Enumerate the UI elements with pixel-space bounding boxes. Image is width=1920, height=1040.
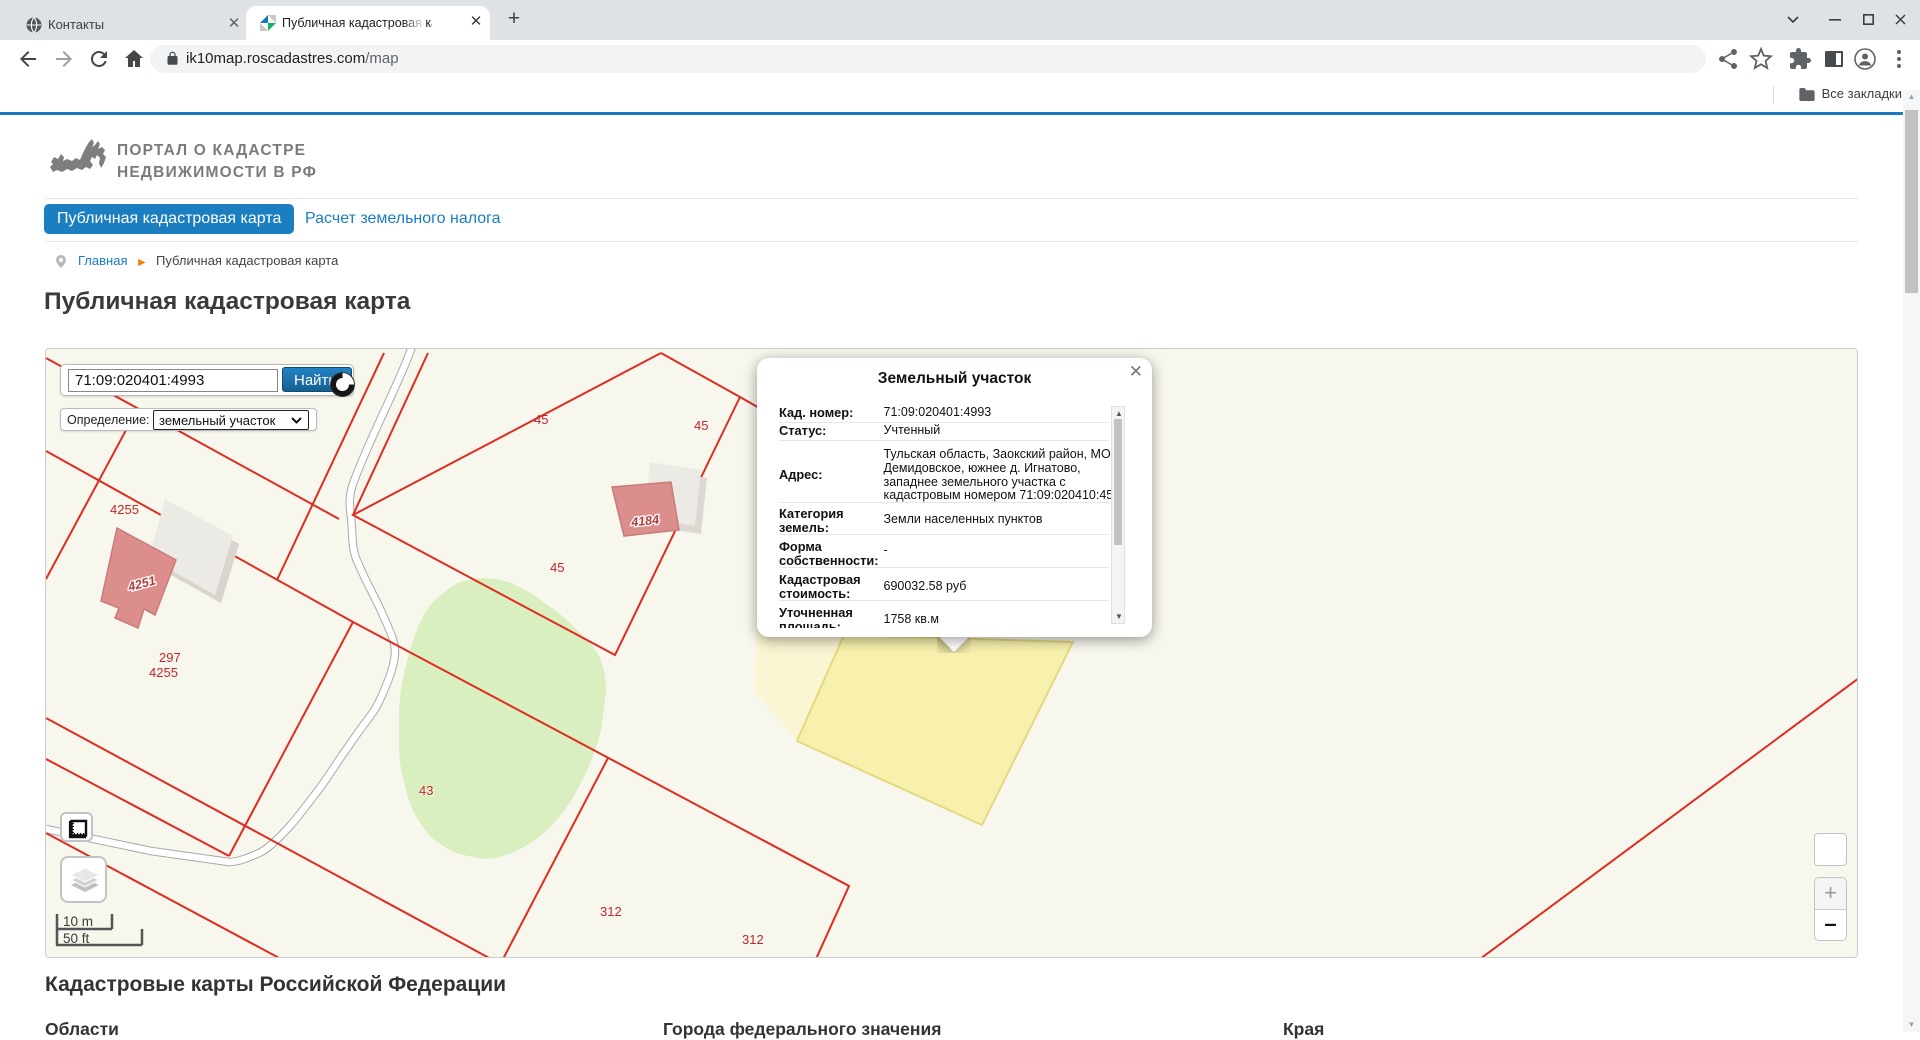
svg-text:45: 45 xyxy=(694,418,708,433)
svg-text:43: 43 xyxy=(419,783,433,798)
svg-text:297: 297 xyxy=(159,650,181,665)
svg-text:4184: 4184 xyxy=(630,513,660,530)
svg-text:10 m: 10 m xyxy=(63,914,93,929)
svg-text:312: 312 xyxy=(600,904,622,919)
svg-text:4255: 4255 xyxy=(149,665,178,680)
svg-text:45: 45 xyxy=(550,560,564,575)
svg-text:50 ft: 50 ft xyxy=(63,931,90,946)
svg-text:45: 45 xyxy=(534,412,548,427)
svg-text:312: 312 xyxy=(742,932,764,947)
svg-text:4255: 4255 xyxy=(110,502,139,517)
